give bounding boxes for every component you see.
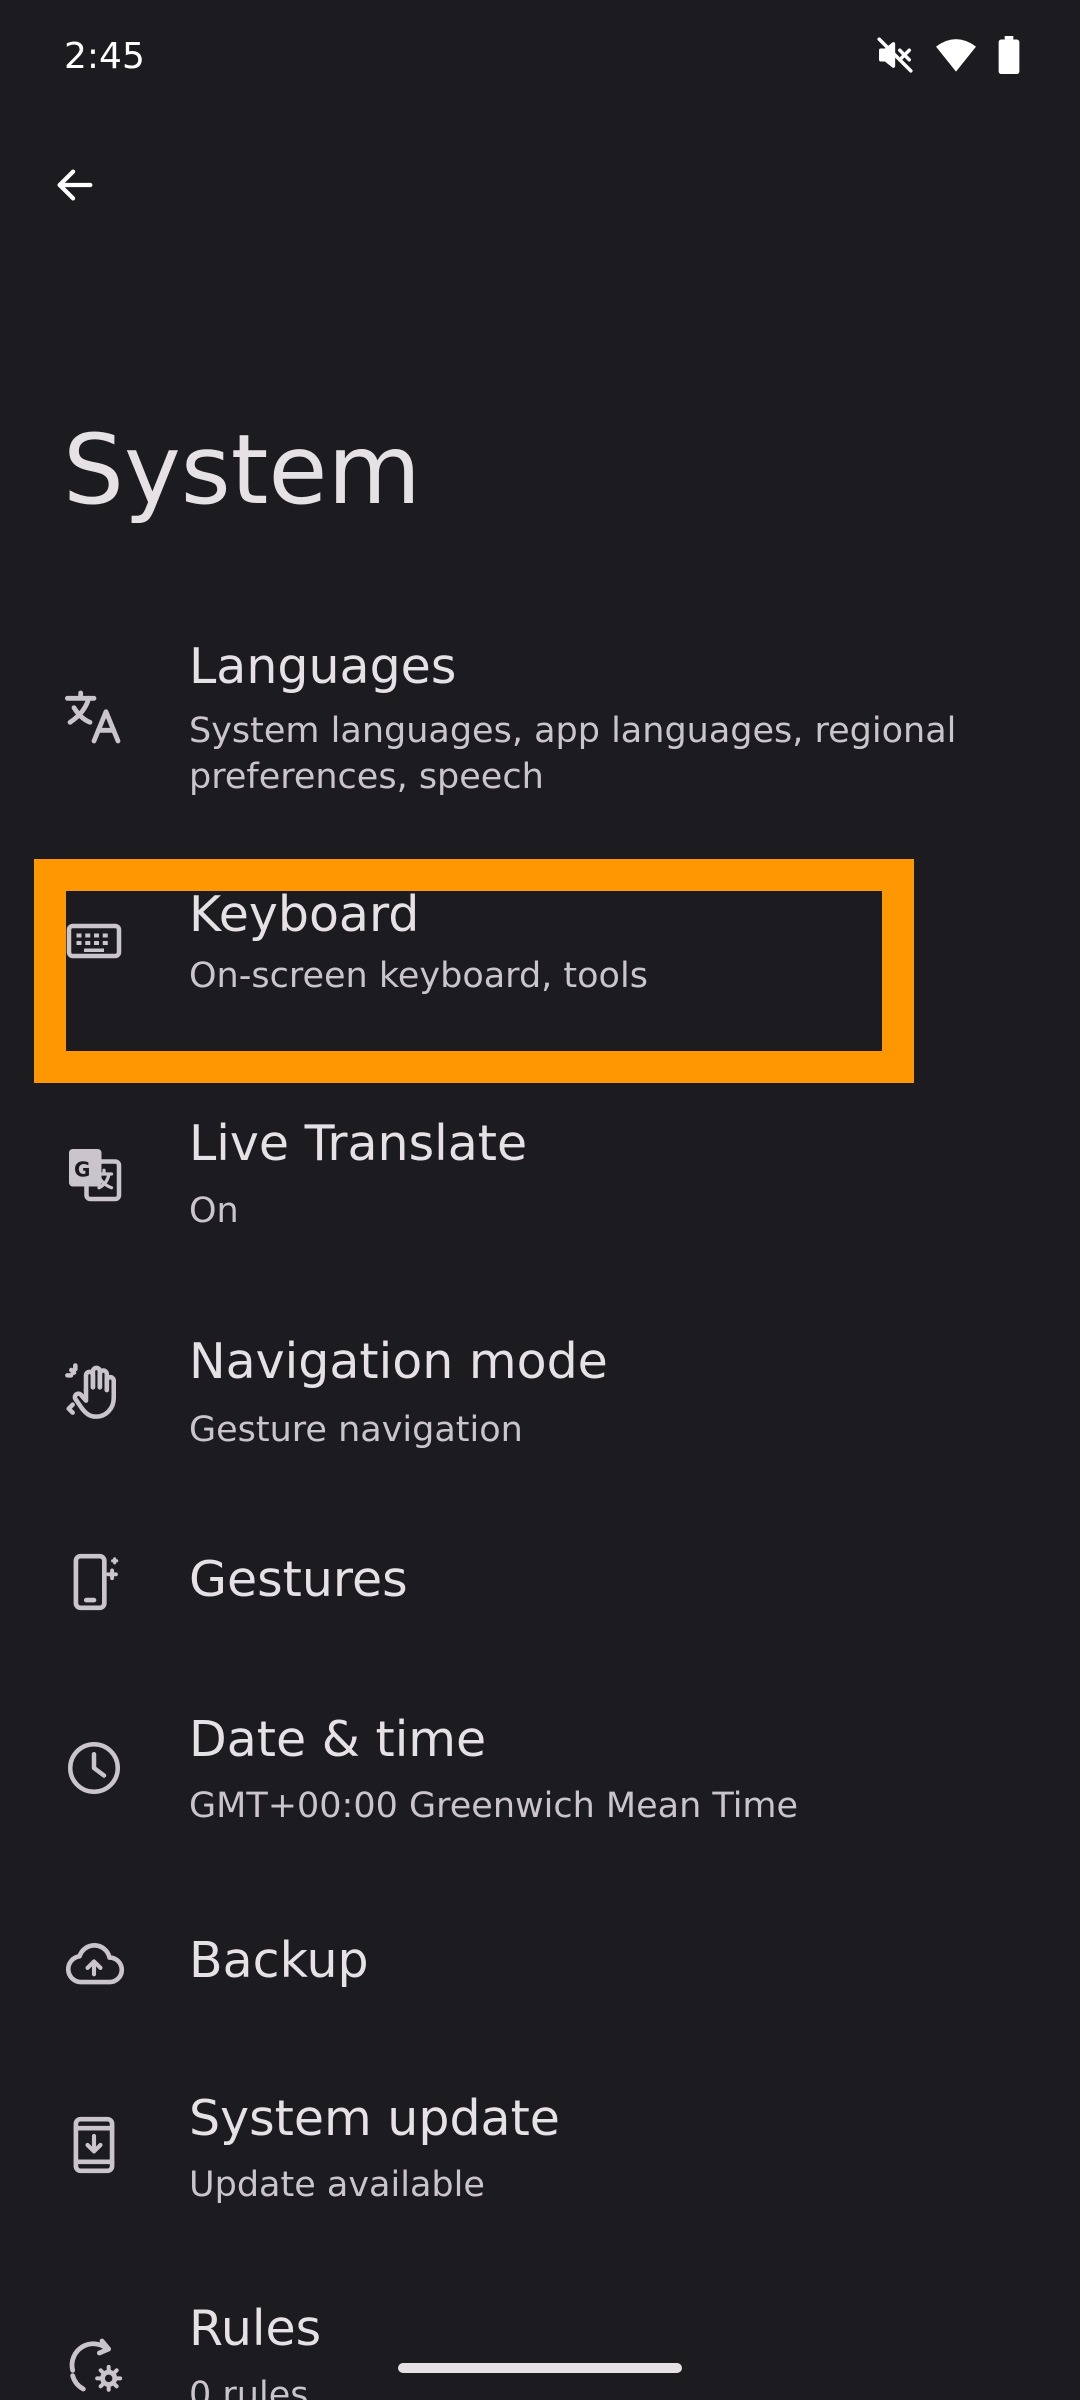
mute-icon: [876, 36, 914, 74]
setting-title: Keyboard: [189, 886, 420, 943]
keyboard-icon: [62, 909, 126, 973]
gesture-nav-handle[interactable]: [398, 2363, 682, 2373]
page-title: System: [63, 414, 421, 526]
status-time: 2:45: [64, 36, 145, 77]
setting-summary: GMT+00:00 Greenwich Mean Time: [189, 1786, 799, 1826]
setting-summary: System languages, app languages, regiona…: [189, 711, 957, 797]
svg-text:G: G: [74, 1158, 90, 1182]
setting-item-rules[interactable]: Rules 0 rules: [0, 2295, 1080, 2400]
setting-item-system-update[interactable]: System update Update available: [0, 2080, 1080, 2230]
setting-item-date-time[interactable]: Date & time GMT+00:00 Greenwich Mean Tim…: [0, 1700, 1080, 1850]
setting-item-navigation-mode[interactable]: Navigation mode Gesture navigation: [0, 1320, 1080, 1470]
setting-item-live-translate[interactable]: G Live Translate On: [0, 1100, 1080, 1250]
setting-summary: Update available: [189, 2165, 485, 2205]
setting-item-gestures[interactable]: Gestures: [0, 1530, 1080, 1630]
setting-summary: 0 rules: [189, 2375, 309, 2400]
arrow-left-icon: [52, 162, 98, 212]
status-icons: [876, 36, 1020, 74]
setting-summary: On-screen keyboard, tools: [189, 956, 648, 996]
phone-sparkle-icon: [62, 1550, 126, 1614]
live-translate-icon: G: [62, 1142, 126, 1206]
status-bar: 2:45: [0, 0, 1080, 115]
setting-item-languages[interactable]: Languages System languages, app language…: [0, 630, 1080, 820]
setting-title: Rules: [189, 2300, 322, 2357]
translate-icon: [62, 685, 126, 749]
battery-icon: [998, 36, 1020, 74]
setting-title: Navigation mode: [189, 1333, 608, 1390]
gesture-hand-icon: [62, 1358, 126, 1422]
system-update-icon: [62, 2113, 126, 2177]
setting-title: Gestures: [189, 1551, 408, 1608]
setting-summary: On: [189, 1191, 239, 1231]
setting-item-backup[interactable]: Backup: [0, 1910, 1080, 2010]
setting-title: Date & time: [189, 1711, 487, 1768]
rules-icon: [62, 2333, 126, 2397]
setting-title: System update: [189, 2090, 560, 2147]
cloud-upload-icon: [62, 1932, 126, 1996]
setting-title: Backup: [189, 1932, 369, 1989]
back-button[interactable]: [38, 150, 112, 224]
setting-title: Live Translate: [189, 1115, 528, 1172]
setting-item-keyboard[interactable]: Keyboard On-screen keyboard, tools: [0, 880, 1080, 1030]
clock-icon: [62, 1736, 126, 1800]
wifi-icon: [936, 38, 976, 72]
setting-title: Languages: [189, 638, 457, 695]
setting-summary: Gesture navigation: [189, 1410, 523, 1450]
